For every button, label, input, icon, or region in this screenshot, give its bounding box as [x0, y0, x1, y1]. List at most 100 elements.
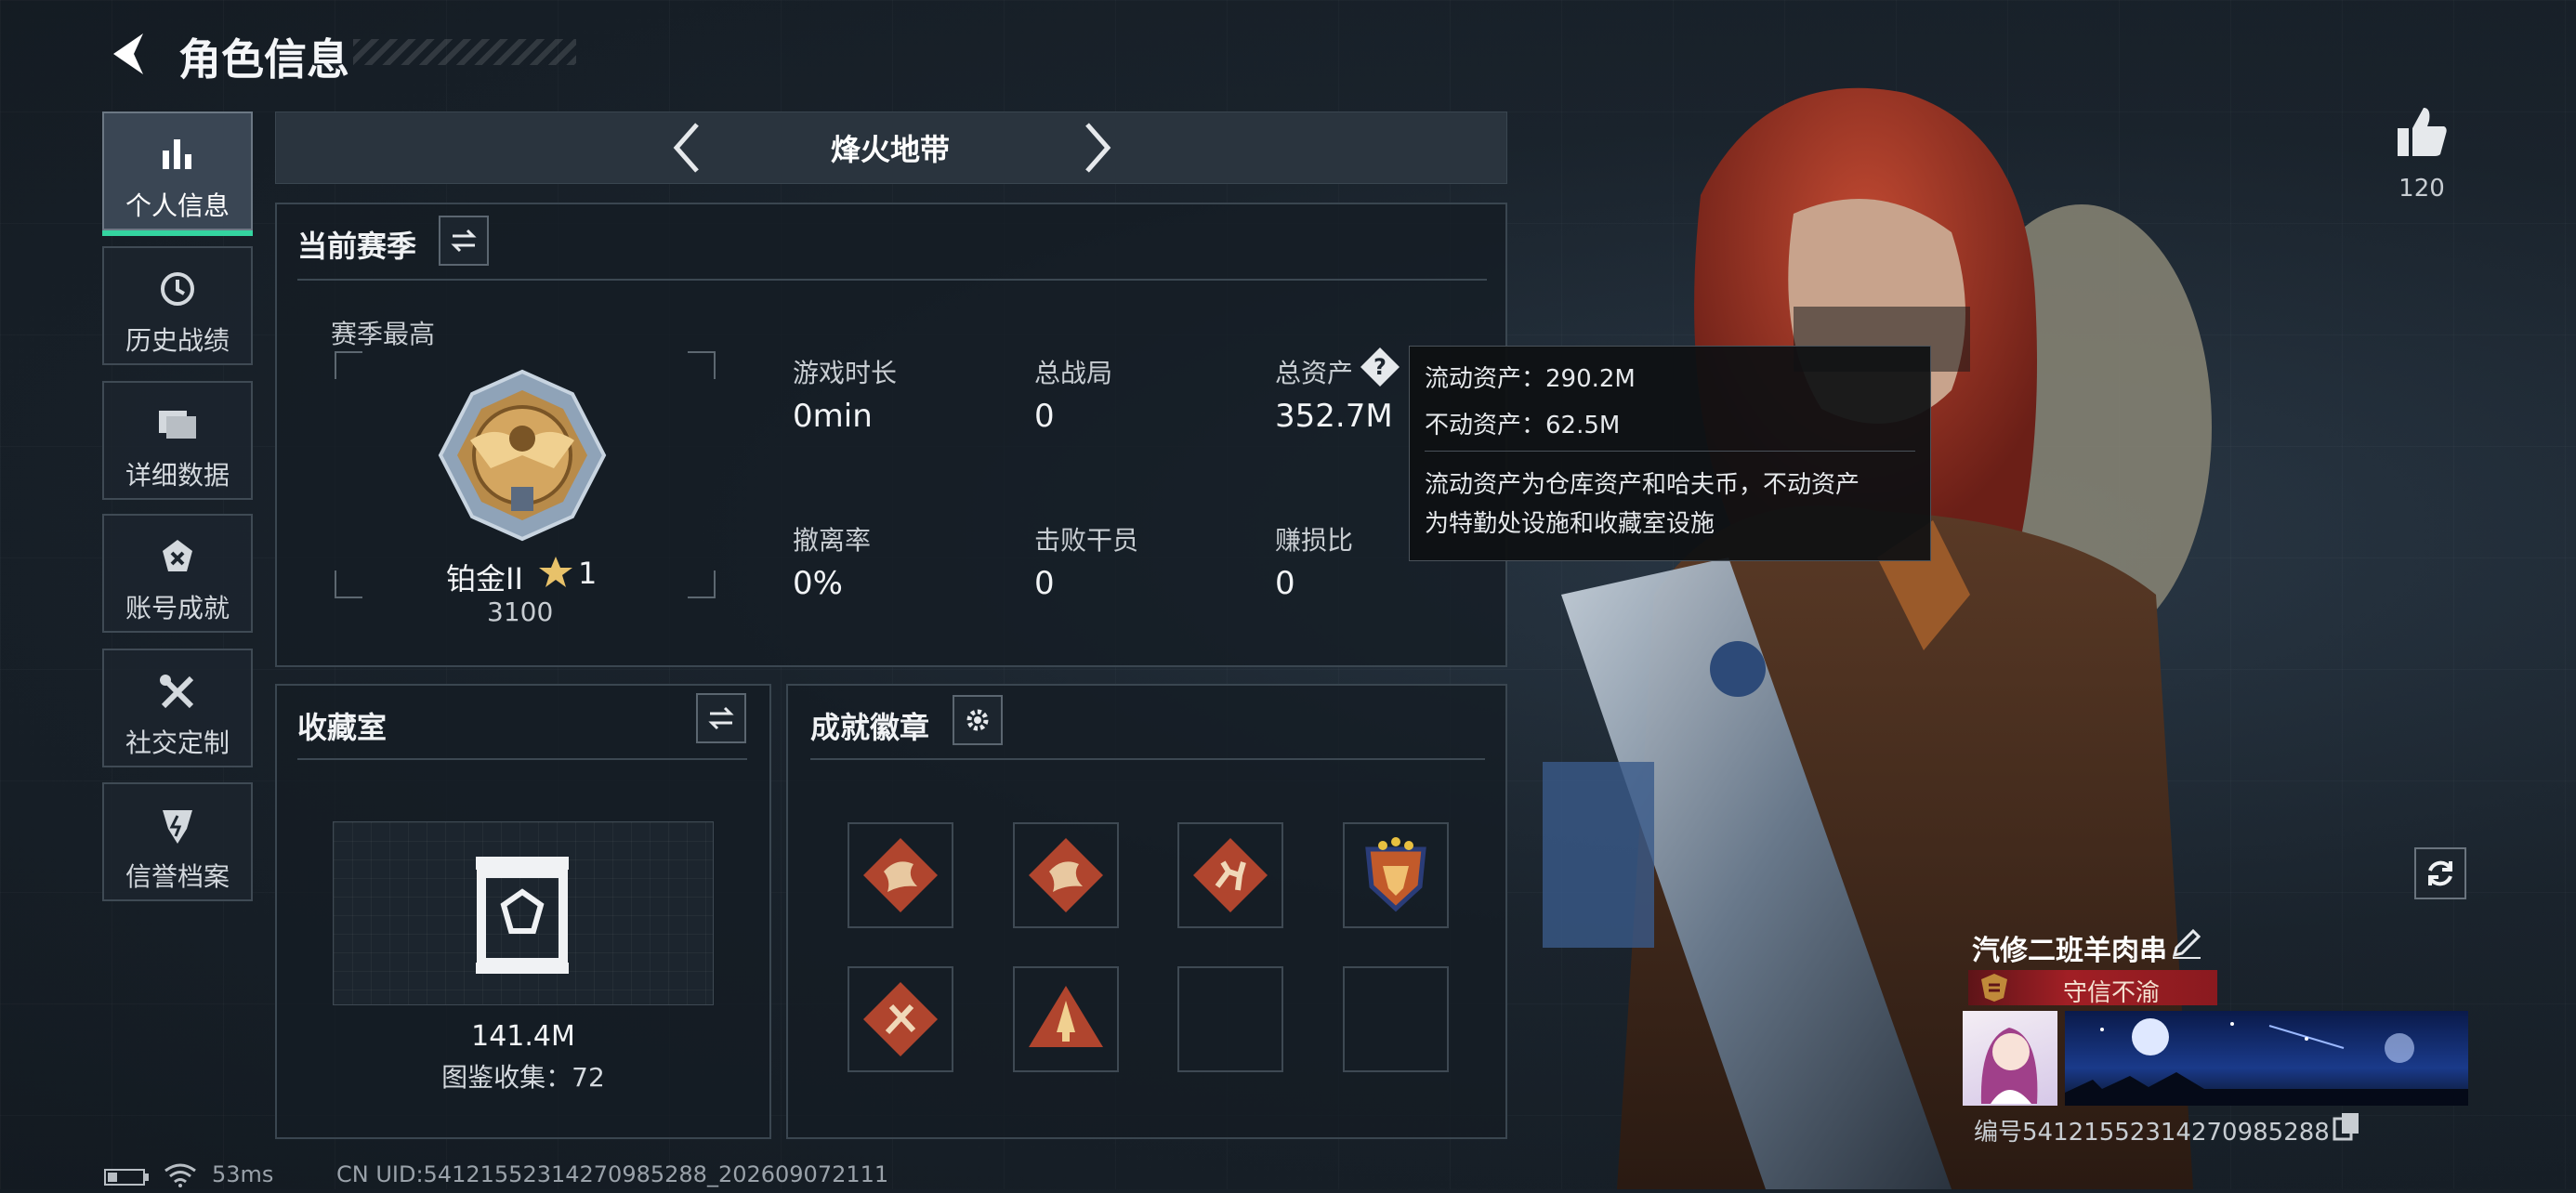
rank-stars: 1 [578, 556, 598, 591]
sidebar-item-label: 社交定制 [125, 728, 230, 758]
display-case-icon [472, 853, 572, 976]
achievement-badge[interactable] [848, 966, 953, 1072]
sidebar-item-history[interactable]: 历史战绩 [102, 246, 253, 365]
achievements-title: 成就徽章 [810, 710, 930, 745]
frame-corner [335, 570, 362, 598]
player-id: 编号5412155231427098528​8 [1974, 1119, 2330, 1147]
sidebar-item-label: 个人信息 [125, 190, 230, 221]
stat-label-kills: 击败干员 [1034, 525, 1139, 556]
gear-icon [966, 709, 989, 731]
collection-title: 收藏室 [297, 710, 388, 745]
season-title: 当前赛季 [297, 229, 417, 264]
season-switch-button[interactable] [439, 216, 489, 266]
achievement-badge[interactable] [1177, 822, 1283, 928]
title-stripes [353, 39, 576, 65]
like-button[interactable] [2394, 104, 2450, 160]
profile-banner[interactable] [2065, 1011, 2468, 1106]
stat-value-kills: 0 [1034, 565, 1055, 602]
ping-value: 53ms [212, 1161, 274, 1187]
stat-value-extract-rate: 0% [793, 565, 843, 602]
stat-value-playtime: 0min [793, 398, 873, 435]
collection-divider [297, 758, 747, 760]
copy-icon [2333, 1113, 2359, 1141]
shield-stars-badge-icon [1365, 837, 1426, 912]
runner-badge-icon [1193, 838, 1268, 912]
bar-chart-icon [104, 136, 251, 178]
edit-name-button[interactable] [2169, 925, 2204, 961]
wrench-icon [104, 673, 251, 715]
sidebar-item-social[interactable]: 社交定制 [102, 649, 253, 767]
achievements-settings-button[interactable] [953, 695, 1003, 745]
mode-next-button[interactable] [1072, 121, 1119, 175]
shield-icon [104, 806, 251, 849]
player-title-badge: 守信不渝 [1968, 970, 2217, 1007]
folder-icon [104, 405, 251, 448]
achievement-badge[interactable] [848, 822, 953, 928]
achievement-badge[interactable] [1343, 822, 1449, 928]
achievement-badge-empty[interactable] [1177, 966, 1283, 1072]
page-title: 角色信息 [178, 34, 349, 85]
back-button[interactable] [102, 28, 154, 80]
avatar[interactable] [1963, 1011, 2057, 1106]
uid-text: CN UID:5412155231427098528​8_20260907211… [336, 1161, 889, 1187]
active-indicator [102, 230, 253, 236]
swap-icon [451, 229, 477, 253]
rank-score: 3100 [487, 596, 554, 627]
stat-label-total-matches: 总战局 [1034, 358, 1113, 388]
achievement-badge[interactable] [1013, 822, 1119, 928]
tooltip-description-2: 为特勤处设施和收藏室设施 [1425, 510, 1715, 538]
assets-tooltip: 流动资产：290.2M 不动资产：62.5M 流动资产为仓库资产和哈夫币，不动资… [1409, 346, 1931, 561]
player-name: 汽修二班羊肉串 [1972, 935, 2167, 967]
mode-prev-button[interactable] [665, 121, 712, 175]
stat-value-profit-ratio: 0 [1275, 565, 1295, 602]
rank-emblem-icon [433, 366, 611, 544]
wifi-icon [164, 1161, 197, 1187]
stat-label-playtime: 游戏时长 [793, 358, 898, 388]
tooltip-divider [1425, 451, 1915, 452]
sidebar-item-label: 详细数据 [125, 460, 230, 491]
sidebar-item-reputation[interactable]: 信誉档案 [102, 782, 253, 901]
tooltip-liquid-assets: 流动资产：290.2M [1425, 365, 1636, 393]
mode-label: 烽火地带 [830, 132, 950, 167]
rank-name: 铂金II [446, 561, 523, 596]
dragon-badge-icon [863, 838, 938, 912]
like-count: 120 [2399, 175, 2445, 203]
sidebar-item-achievements[interactable]: 账号成就 [102, 514, 253, 633]
clock-icon [104, 270, 251, 313]
stat-label-total-assets: 总资产 [1275, 358, 1354, 388]
swap-icon [708, 706, 734, 730]
refresh-button[interactable] [2414, 847, 2466, 899]
collection-codex: 图鉴收集：72 [441, 1062, 605, 1093]
sidebar-item-personal-info[interactable]: 个人信息 [102, 111, 253, 236]
stat-value-total-assets: 352.7M [1275, 398, 1393, 435]
rocket-badge-icon [1029, 986, 1103, 1047]
achievement-badge-empty[interactable] [1343, 966, 1449, 1072]
svg-text:?: ? [1373, 354, 1387, 380]
medal-icon [104, 538, 251, 581]
frame-corner [335, 351, 362, 379]
season-divider [297, 279, 1487, 281]
dragon-badge-icon [1029, 838, 1103, 912]
copy-id-button[interactable] [2333, 1111, 2360, 1141]
thumbs-up-icon [2398, 108, 2447, 156]
tools-badge-icon [863, 982, 938, 1056]
season-best-label: 赛季最高 [331, 319, 436, 349]
frame-corner [688, 570, 716, 598]
stat-value-total-matches: 0 [1034, 398, 1055, 435]
pencil-icon [2172, 928, 2201, 959]
sidebar-item-label: 历史战绩 [125, 325, 230, 356]
chevron-right-icon [1085, 123, 1111, 173]
collection-switch-button[interactable] [696, 693, 746, 743]
stat-label-profit-ratio: 赚损比 [1275, 525, 1354, 556]
refresh-icon [2428, 860, 2452, 886]
stat-label-extract-rate: 撤离率 [793, 525, 872, 556]
sidebar-item-label: 账号成就 [125, 593, 230, 623]
sidebar-item-detailed-data[interactable]: 详细数据 [102, 381, 253, 500]
chevron-left-icon [673, 123, 699, 173]
tooltip-description: 流动资产为仓库资产和哈夫币，不动资产 [1425, 471, 1860, 499]
sidebar-item-label: 信誉档案 [125, 861, 230, 892]
star-icon [537, 554, 574, 591]
achievements-divider [810, 758, 1485, 760]
achievement-badge[interactable] [1013, 966, 1119, 1072]
help-icon[interactable]: ? [1359, 346, 1401, 388]
